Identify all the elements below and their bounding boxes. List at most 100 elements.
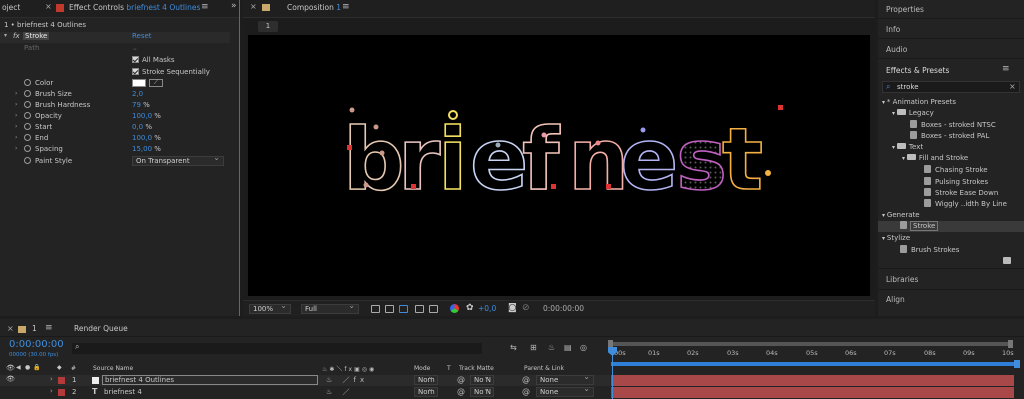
- stopwatch-icon[interactable]: [24, 134, 31, 141]
- effect-header-row[interactable]: ▾ fx Stroke Reset: [0, 32, 230, 43]
- chevron-right-icon[interactable]: ›: [15, 101, 17, 108]
- tree-item-selected[interactable]: Stroke: [878, 221, 1024, 232]
- vertex-point[interactable]: [373, 124, 379, 130]
- checkbox-box[interactable]: [132, 56, 139, 63]
- property-value-group[interactable]: 100,0 %: [132, 112, 161, 120]
- tree-item[interactable]: ▾ Generate: [882, 211, 920, 219]
- property-value-group[interactable]: 79 %: [132, 101, 150, 109]
- zoom-dropdown[interactable]: 100%: [249, 302, 291, 314]
- panel-menu-icon[interactable]: ≡: [342, 2, 350, 12]
- tree-item[interactable]: ▾ Stylize: [882, 234, 910, 242]
- color-swatch[interactable]: [132, 79, 146, 87]
- navigator-end-handle[interactable]: [1008, 340, 1013, 348]
- layer-row[interactable]: 👁 › 1 briefnest 4 Outlines ♨ ／fx Norn @ …: [0, 373, 610, 386]
- libraries-panel-header[interactable]: Libraries: [886, 275, 918, 284]
- layer-label-color[interactable]: [58, 377, 65, 384]
- layer-switches[interactable]: ♨ ／fx: [326, 375, 368, 385]
- region-of-interest-icon[interactable]: [371, 305, 380, 313]
- stopwatch-icon[interactable]: [24, 101, 31, 108]
- work-area-bar[interactable]: [611, 362, 1014, 366]
- tab-render-queue[interactable]: Render Queue: [74, 324, 128, 333]
- tab-effect-controls[interactable]: Effect Controls briefnest 4 Outlines: [69, 3, 200, 12]
- checkbox-box[interactable]: [132, 68, 139, 75]
- tree-item[interactable]: ▾ Fill and Stroke: [902, 154, 968, 162]
- vertex-point[interactable]: [541, 132, 547, 138]
- chevron-right-icon[interactable]: ›: [15, 112, 17, 119]
- search-input[interactable]: stroke: [897, 83, 919, 91]
- vertex-square[interactable]: [551, 184, 556, 189]
- layer-duration-bar[interactable]: [611, 375, 1014, 386]
- chevron-right-icon[interactable]: ›: [50, 387, 53, 395]
- property-value-group[interactable]: 100,0 %: [132, 134, 161, 142]
- vertex-square[interactable]: [778, 105, 783, 110]
- navigator-start-handle[interactable]: [608, 340, 613, 348]
- visibility-eye-icon[interactable]: 👁: [6, 375, 15, 383]
- work-area-end-handle[interactable]: [1014, 360, 1020, 368]
- property-value[interactable]: 15,00: [132, 145, 152, 153]
- property-value-group[interactable]: 15,00 %: [132, 145, 161, 153]
- panel-menu-icon[interactable]: ≡: [201, 2, 209, 12]
- camera-icon[interactable]: ◙: [508, 303, 517, 313]
- effects-search-box[interactable]: ⌕ stroke ×: [882, 81, 1020, 93]
- eyedropper-icon[interactable]: ⟋: [149, 79, 163, 87]
- stopwatch-icon[interactable]: [24, 90, 31, 97]
- column-header-source-name[interactable]: Source Name: [93, 365, 133, 372]
- track-matte-pickwhip-icon[interactable]: @: [457, 375, 465, 384]
- current-time[interactable]: 0:00:00:00: [9, 339, 64, 350]
- resolution-dropdown[interactable]: Full: [301, 302, 359, 314]
- tab-timeline[interactable]: 1: [32, 324, 37, 333]
- track-matte-pickwhip-icon[interactable]: @: [457, 387, 465, 396]
- tree-item[interactable]: Brush Strokes: [900, 245, 959, 254]
- tree-item[interactable]: ▾ Legacy: [892, 109, 934, 117]
- current-time-indicator[interactable]: [612, 349, 613, 399]
- tab-composition[interactable]: Composition 1: [287, 3, 341, 12]
- property-value[interactable]: 2,0: [132, 90, 143, 98]
- vertex-square[interactable]: [347, 145, 352, 150]
- properties-panel-header[interactable]: Properties: [886, 5, 924, 14]
- chevron-right-icon[interactable]: ›: [50, 375, 53, 383]
- stopwatch-icon[interactable]: [24, 112, 31, 119]
- color-channels-icon[interactable]: [450, 304, 459, 313]
- mask-visibility-icon[interactable]: [399, 305, 408, 313]
- vertex-point[interactable]: [379, 150, 385, 156]
- frame-blending-icon[interactable]: ▤: [564, 343, 572, 352]
- stroke-sequentially-checkbox[interactable]: Stroke Sequentially: [132, 68, 210, 76]
- chevron-right-icon[interactable]: ›: [15, 90, 17, 97]
- property-value[interactable]: 100,0: [132, 134, 152, 142]
- layer-duration-bar[interactable]: [611, 387, 1014, 398]
- tree-item[interactable]: Wiggly ..idth By Line: [924, 199, 1007, 208]
- property-value[interactable]: 0,0: [132, 123, 143, 131]
- comp-timecode[interactable]: 0:00:00:00: [543, 304, 584, 313]
- stopwatch-icon[interactable]: [24, 145, 31, 152]
- new-bin-icon[interactable]: [1003, 257, 1011, 264]
- transparency-grid-icon[interactable]: [385, 305, 394, 313]
- panel-menu-icon[interactable]: ≡: [1002, 64, 1010, 74]
- guides-icon[interactable]: [429, 305, 438, 313]
- effect-name[interactable]: Stroke: [23, 32, 50, 40]
- layer-switches[interactable]: ♨ ／: [326, 387, 354, 397]
- tree-item[interactable]: Boxes - stroked PAL: [910, 131, 989, 140]
- fx-icon[interactable]: fx: [13, 32, 20, 40]
- vertex-point[interactable]: [765, 170, 771, 176]
- time-navigator[interactable]: [611, 342, 1011, 346]
- shy-layers-icon[interactable]: ♨: [548, 343, 555, 352]
- stopwatch-icon[interactable]: [24, 157, 31, 164]
- vertex-square[interactable]: [606, 184, 611, 189]
- show-snapshot-icon[interactable]: ⊘: [522, 303, 530, 313]
- clear-search-icon[interactable]: ×: [1009, 82, 1016, 91]
- vertex-point[interactable]: [495, 142, 501, 148]
- chevron-right-icon[interactable]: ›: [15, 145, 17, 152]
- stopwatch-icon[interactable]: [24, 123, 31, 130]
- parent-dropdown[interactable]: None: [536, 385, 594, 397]
- layer-name[interactable]: briefnest 4 Outlines: [102, 375, 318, 385]
- reset-link[interactable]: Reset: [132, 32, 152, 40]
- vertex-point[interactable]: [640, 127, 646, 133]
- parent-pickwhip-icon[interactable]: @: [522, 375, 530, 384]
- vertex-point[interactable]: [349, 107, 355, 113]
- tree-item[interactable]: ▾ Text: [892, 143, 923, 151]
- audio-panel-header[interactable]: Audio: [886, 45, 907, 54]
- tree-item[interactable]: ▾ * Animation Presets: [882, 98, 956, 106]
- layer-label-color[interactable]: [58, 389, 65, 396]
- close-icon[interactable]: ×: [250, 2, 257, 11]
- vertex-point[interactable]: [595, 140, 601, 146]
